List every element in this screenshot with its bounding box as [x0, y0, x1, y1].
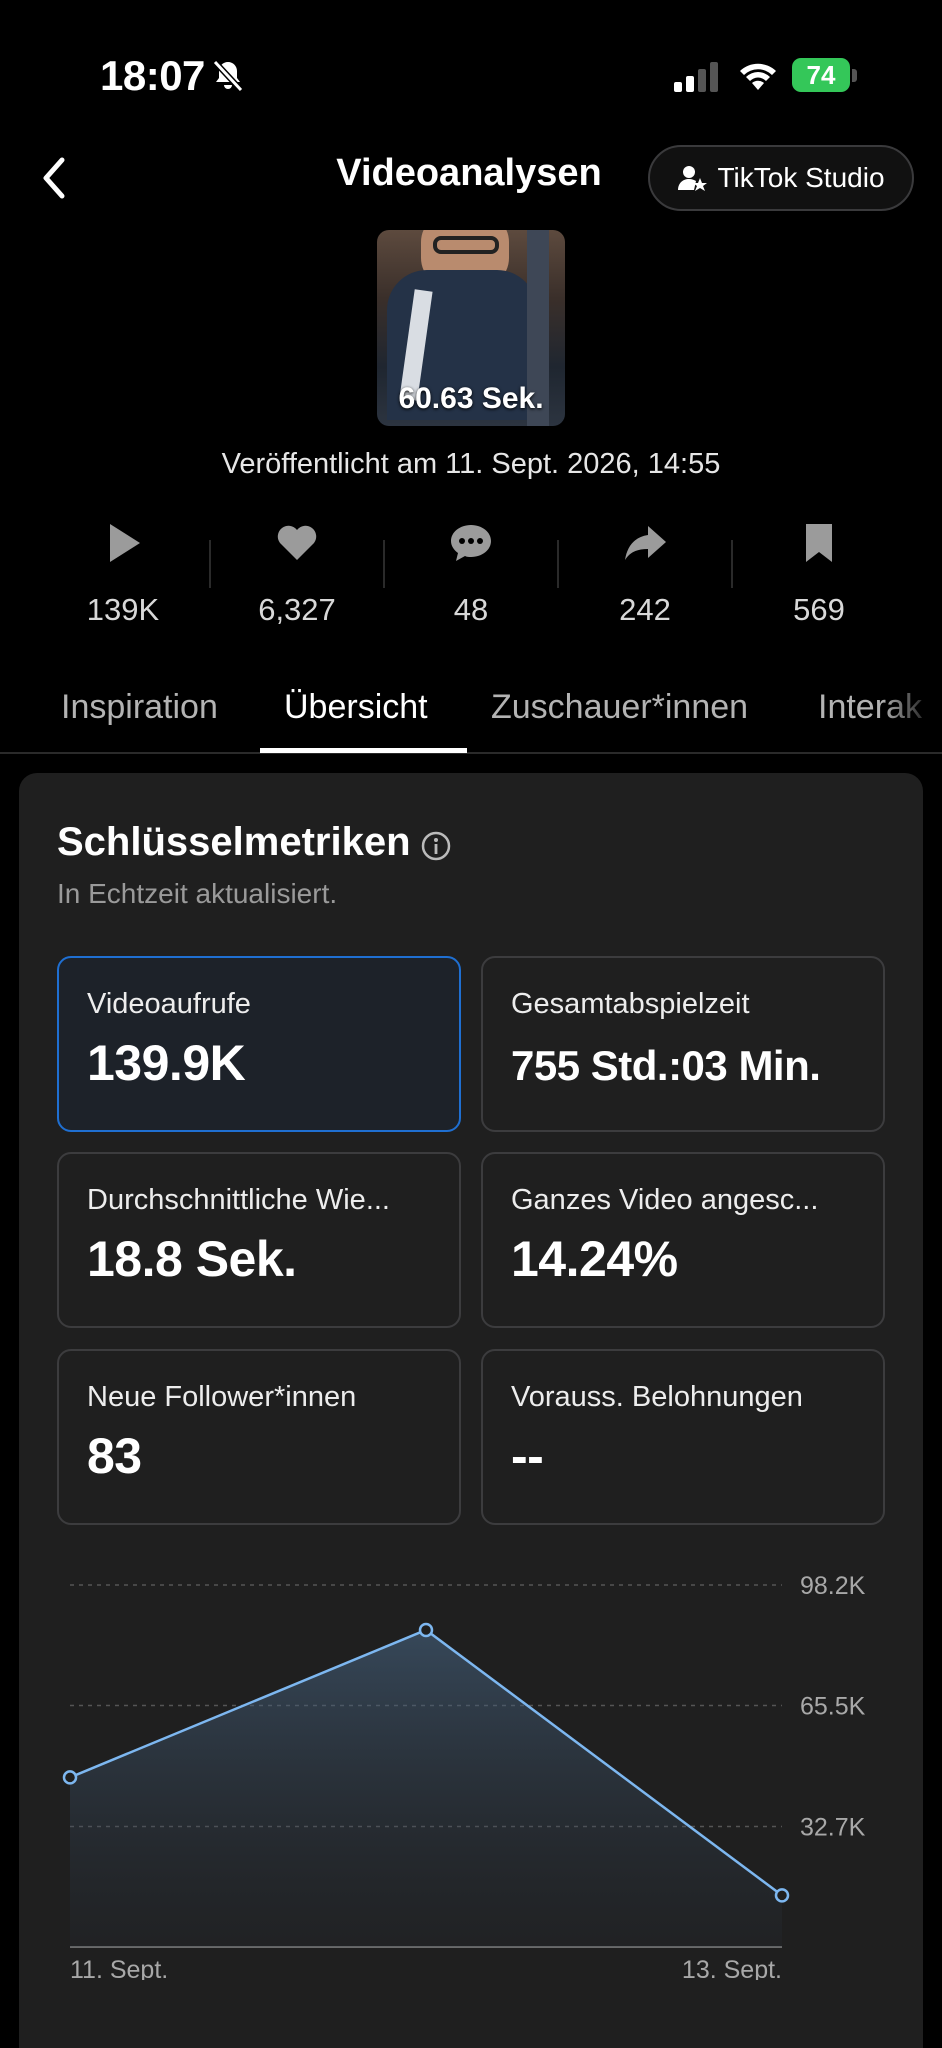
tiktok-studio-button[interactable]: TikTok Studio — [648, 145, 914, 211]
stat-divider — [209, 540, 211, 588]
chart-data-point — [62, 1770, 78, 1785]
stat-divider — [557, 540, 559, 588]
battery-level: 74 — [792, 58, 850, 92]
key-metrics-title: Schlüsselmetriken — [57, 820, 411, 864]
stat-views: 139K — [43, 520, 203, 628]
stat-comments-value: 48 — [453, 592, 489, 627]
chart-data-point — [418, 1622, 434, 1638]
chart-y-tick-label: 98.2K — [800, 1572, 866, 1600]
metric-video-views[interactable]: Videoaufrufe 139.9K — [57, 956, 461, 1132]
battery-indicator: 74 — [792, 58, 858, 94]
status-time: 18:07 — [100, 52, 205, 99]
metric-watched-full-video[interactable]: Ganzes Video angesc... 14.24% — [481, 1152, 885, 1328]
metric-label: Videoaufrufe — [87, 988, 251, 1020]
metric-value: 139.9K — [87, 1035, 246, 1091]
metric-estimated-rewards[interactable]: Vorauss. Belohnungen -- — [481, 1349, 885, 1525]
stat-likes: 6,327 — [217, 520, 377, 628]
studio-button-label: TikTok Studio — [717, 162, 885, 193]
stat-shares-value: 242 — [619, 592, 671, 627]
chart-x-tick-label: 13. Sept. — [682, 1956, 782, 1980]
metric-value: 14.24% — [511, 1231, 678, 1287]
metric-label: Ganzes Video angesc... — [511, 1184, 819, 1216]
metric-label: Vorauss. Belohnungen — [511, 1381, 803, 1413]
metric-average-watch-time[interactable]: Durchschnittliche Wie... 18.8 Sek. — [57, 1152, 461, 1328]
metric-label: Durchschnittliche Wie... — [87, 1184, 390, 1216]
metric-value: 755 Std.:03 Min. — [511, 1042, 821, 1089]
chart-area-fill — [70, 1629, 782, 1947]
bell-muted-icon — [212, 59, 244, 93]
stat-saves: 569 — [739, 520, 899, 628]
stat-divider — [383, 540, 385, 588]
metric-label: Neue Follower*innen — [87, 1381, 357, 1413]
tab-inspiration[interactable]: Inspiration — [61, 688, 218, 727]
stat-saves-value: 569 — [793, 592, 845, 627]
video-duration: 60.63 Sek. — [398, 382, 544, 415]
views-chart: 32.7K 65.5K 98.2K 11. Sept. 13. Sept. — [62, 1572, 866, 1980]
heart-icon — [277, 525, 317, 560]
analytics-tabs: Inspiration Übersicht Zuschauer*innen In… — [0, 680, 942, 754]
metric-new-followers[interactable]: Neue Follower*innen 83 — [57, 1349, 461, 1525]
thumbnail-glasses — [433, 236, 499, 254]
stat-views-value: 139K — [86, 592, 160, 627]
chart-data-point — [774, 1888, 790, 1903]
tabs-scroll-fade — [882, 680, 942, 752]
wifi-icon — [740, 63, 776, 90]
info-icon[interactable] — [420, 830, 452, 862]
battery-cap — [852, 69, 857, 82]
user-star-icon — [678, 166, 708, 191]
chart-y-tick-label: 65.5K — [800, 1693, 866, 1721]
video-thumbnail[interactable]: 60.63 Sek. — [377, 230, 565, 426]
chart-y-tick-label: 32.7K — [800, 1813, 866, 1841]
stat-comments: 48 — [391, 520, 551, 628]
published-date: Veröffentlicht am 11. Sept. 2026, 14:55 — [221, 448, 721, 480]
stat-divider — [731, 540, 733, 588]
chart-x-tick-label: 11. Sept. — [70, 1956, 168, 1980]
tab-viewers[interactable]: Zuschauer*innen — [491, 688, 748, 727]
metric-total-play-time[interactable]: Gesamtabspielzeit 755 Std.:03 Min. — [481, 956, 885, 1132]
active-tab-indicator — [260, 748, 467, 753]
comment-icon — [451, 525, 491, 561]
play-icon — [110, 524, 140, 562]
bookmark-icon — [806, 524, 832, 562]
status-bar: 18:07 74 — [0, 0, 942, 150]
stat-likes-value: 6,327 — [258, 592, 336, 627]
metric-value: -- — [511, 1428, 544, 1484]
key-metrics-subtitle: In Echtzeit aktualisiert. — [57, 878, 338, 909]
metric-label: Gesamtabspielzeit — [511, 988, 750, 1020]
cellular-signal-icon — [674, 62, 718, 92]
metric-value: 83 — [87, 1428, 142, 1484]
share-icon — [625, 526, 666, 560]
stat-shares: 242 — [565, 520, 725, 628]
metric-value: 18.8 Sek. — [87, 1231, 297, 1287]
tab-overview[interactable]: Übersicht — [284, 688, 428, 727]
